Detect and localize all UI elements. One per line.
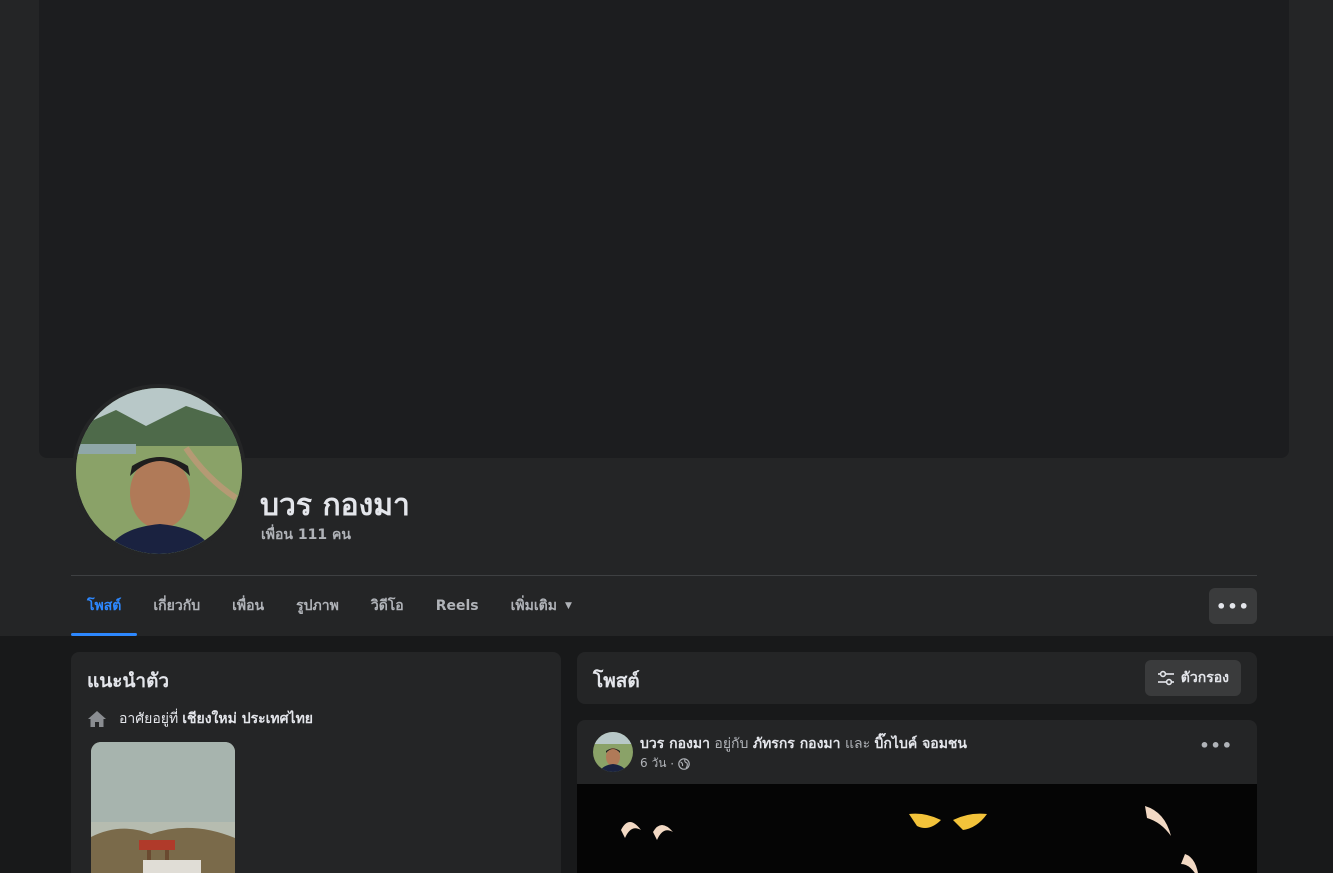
cover-photo[interactable] — [39, 0, 1289, 458]
tab-more[interactable]: เพิ่มเติม ▼ — [495, 576, 588, 636]
tab-label: เพื่อน — [232, 598, 265, 614]
profile-tabs: โพสต์ เกี่ยวกับ เพื่อน รูปภาพ วิดีโอ Ree… — [71, 576, 588, 636]
post-tagged-user-1[interactable]: ภัทรกร กองมา — [753, 736, 841, 752]
profile-picture-frame[interactable] — [72, 384, 246, 558]
profile-name: บวร กองมา — [260, 488, 410, 523]
post-tagged-user-2[interactable]: บิ๊กไบค์ จอมชน — [875, 736, 967, 752]
meta-separator: · — [666, 756, 678, 771]
profile-picture[interactable] — [76, 388, 242, 554]
intro-title: แนะนำตัว — [87, 670, 170, 692]
home-place[interactable]: เชียงใหม่ ประเทศไทย — [182, 708, 313, 730]
tab-label: Reels — [435, 598, 479, 614]
tab-label: เพิ่มเติม — [510, 598, 557, 614]
more-horizontal-icon: ••• — [1199, 736, 1233, 755]
home-prefix: อาศัยอยู่ที่ — [119, 711, 179, 727]
tab-about[interactable]: เกี่ยวกับ — [137, 576, 216, 636]
more-horizontal-icon: ••• — [1216, 596, 1250, 616]
post-and-text: และ — [844, 736, 871, 752]
tab-label: เกี่ยวกับ — [153, 598, 201, 614]
tab-label: วิดีโอ — [370, 598, 404, 614]
globe-icon — [678, 757, 690, 770]
post-options-button[interactable]: ••• — [1199, 736, 1233, 755]
post-author-avatar[interactable] — [593, 732, 633, 772]
tab-posts[interactable]: โพสต์ — [71, 576, 138, 636]
tab-friends[interactable]: เพื่อน — [216, 576, 280, 636]
filter-icon — [1157, 670, 1174, 686]
tab-photos[interactable]: รูปภาพ — [280, 576, 355, 636]
caret-down-icon: ▼ — [564, 601, 572, 611]
post-card: บวร กองมา อยู่กับ ภัทรกร กองมา และ บิ๊กไ… — [577, 720, 1257, 873]
post-header-line: บวร กองมา อยู่กับ ภัทรกร กองมา และ บิ๊กไ… — [640, 733, 967, 755]
posts-title: โพสต์ — [593, 670, 640, 692]
intro-home-row: อาศัยอยู่ที่ เชียงใหม่ ประเทศไทย — [87, 708, 313, 730]
featured-photo[interactable] — [91, 742, 235, 873]
tab-label: โพสต์ — [87, 598, 122, 614]
profile-more-button[interactable]: ••• — [1209, 588, 1257, 624]
home-icon — [88, 711, 106, 727]
post-image[interactable] — [577, 784, 1257, 873]
friend-count[interactable]: เพื่อน 111 คน — [261, 524, 351, 546]
post-author[interactable]: บวร กองมา — [640, 736, 710, 752]
post-with-text: อยู่กับ — [714, 736, 749, 752]
tab-label: รูปภาพ — [296, 598, 339, 614]
tab-reels[interactable]: Reels — [420, 576, 495, 636]
filter-button[interactable]: ตัวกรอง — [1144, 660, 1241, 696]
posts-header: โพสต์ ตัวกรอง — [577, 652, 1257, 704]
intro-card: แนะนำตัว อาศัยอยู่ที่ เชียงใหม่ ประเทศไท… — [71, 652, 561, 873]
post-meta: 6 วัน · — [640, 754, 690, 773]
filter-label: ตัวกรอง — [1180, 670, 1229, 686]
tab-videos[interactable]: วิดีโอ — [355, 576, 420, 636]
post-time[interactable]: 6 วัน — [640, 754, 666, 773]
